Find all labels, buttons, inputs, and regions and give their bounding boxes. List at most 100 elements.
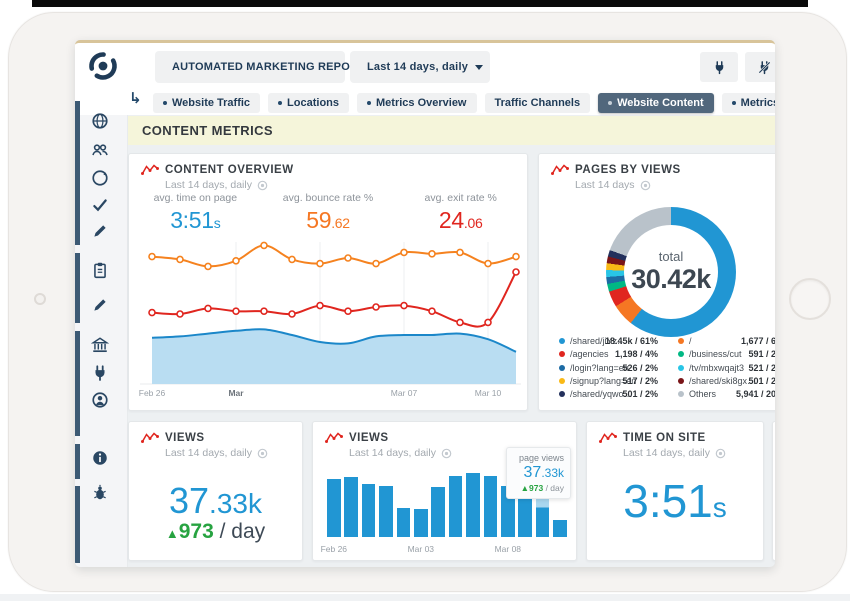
widget-settings-icon[interactable]	[715, 448, 726, 459]
bar[interactable]	[344, 477, 358, 537]
data-point	[149, 254, 155, 260]
tab-label: Locations	[287, 97, 339, 109]
donut-total-value: 30.42k	[631, 264, 711, 295]
metric-value: 24.06	[394, 207, 527, 234]
x-axis-label: Mar 10	[475, 388, 501, 398]
metric-avg-time-on-page: avg. time on page3:51s	[129, 192, 262, 234]
tab-website-traffic[interactable]: Website Traffic	[153, 93, 260, 113]
tab-dot-icon	[608, 101, 612, 105]
bar[interactable]	[327, 479, 341, 537]
legend-label: /business/cut	[689, 349, 742, 359]
tab-metrics-breakdowns[interactable]: Metrics Breakdowns	[722, 93, 775, 113]
sidebar-icon-bug[interactable]	[91, 484, 109, 502]
bug-icon	[91, 484, 109, 502]
plug-icon	[712, 60, 727, 75]
bar[interactable]	[484, 476, 498, 537]
sidebar-icon-bank[interactable]	[91, 336, 109, 354]
bar[interactable]	[379, 486, 393, 537]
tooltip-delta: ▲973 / day	[507, 483, 564, 493]
date-range-selector[interactable]: Last 14 days, daily	[350, 51, 490, 83]
sidebar-icon-pen[interactable]	[91, 222, 109, 240]
widget-title: VIEWS	[141, 431, 268, 444]
widget-subtitle: Last 14 days	[575, 179, 681, 191]
legend-label: /shared/ski8gx…	[689, 376, 756, 386]
sidebar-icon-clipboard[interactable]	[91, 261, 109, 279]
widget-title: PAGES BY VIEWS	[551, 163, 681, 176]
bar[interactable]	[449, 476, 463, 537]
views-bar-card: VIEWS Last 14 days, daily Feb 26Mar 03Ma…	[312, 421, 577, 561]
legend-item: /shared/ski8gx…501 / 2	[678, 376, 775, 388]
bar[interactable]	[536, 495, 550, 537]
legend-label: /tv/mbxwqajt3	[689, 363, 744, 373]
sidebar-icon-users[interactable]	[91, 141, 109, 159]
tab-branch-arrow-icon: ↳	[129, 89, 142, 107]
widget-title: TIME ON SITE	[599, 431, 726, 444]
sidebar-icon-user[interactable]	[91, 391, 109, 409]
tab-website-content[interactable]: Website Content	[598, 93, 714, 113]
sidebar-icon-world[interactable]	[91, 169, 109, 187]
report-tabs: Website Traffic Locations Metrics Overview…	[153, 93, 775, 113]
legend-value: 591 / 2	[748, 349, 775, 359]
plug-button[interactable]	[700, 52, 738, 82]
legend-value: 517 / 2%	[622, 376, 658, 386]
data-point	[457, 319, 463, 325]
bar-chart-tooltip: page views 37.33k ▲973 / day	[506, 447, 571, 499]
bar[interactable]	[518, 498, 532, 537]
tablet-home-button[interactable]	[789, 278, 831, 320]
bar[interactable]	[414, 509, 428, 537]
data-point	[429, 251, 435, 257]
bar[interactable]	[466, 473, 480, 537]
x-axis-label: Mar 07	[391, 388, 417, 398]
widget-settings-icon[interactable]	[640, 180, 651, 191]
bar[interactable]	[553, 520, 567, 537]
up-triangle-icon: ▲	[166, 526, 179, 541]
sidebar-section-indicator	[75, 101, 80, 245]
data-point	[177, 311, 183, 317]
data-point	[345, 308, 351, 314]
pen-icon	[91, 222, 109, 240]
world-icon	[91, 169, 109, 187]
data-point	[373, 261, 379, 267]
tab-traffic-channels[interactable]: Traffic Channels	[485, 93, 591, 113]
content-overview-line-chart	[129, 236, 528, 411]
legend-dot-icon	[678, 365, 684, 371]
sidebar-icon-info[interactable]	[91, 449, 109, 467]
report-selector[interactable]: AUTOMATED MARKETING REPORTS	[155, 51, 345, 83]
bar-chart-x-labels: Feb 26Mar 03Mar 08	[313, 544, 576, 556]
clipboard-icon	[91, 261, 109, 279]
donut-total-label: total	[659, 249, 684, 264]
tooltip-value: 37.33k	[507, 464, 564, 482]
widget-subtitle: Last 14 days, daily	[623, 447, 726, 459]
legend-item: /login?lang=en526 / 2%	[559, 363, 658, 375]
tab-label: Metrics Overview	[376, 97, 467, 109]
pages-by-views-card: PAGES BY VIEWS Last 14 days total 30.42k…	[538, 153, 775, 411]
sidebar-icon-pen-2[interactable]	[91, 296, 109, 314]
sidebar-icon-check[interactable]	[91, 196, 109, 214]
sidebar-icon-globe[interactable]	[91, 112, 109, 130]
sidebar-icon-plug[interactable]	[91, 364, 109, 382]
tab-locations[interactable]: Locations	[268, 93, 349, 113]
tablet-camera	[34, 293, 46, 305]
data-point	[401, 303, 407, 309]
tab-metrics-overview[interactable]: Metrics Overview	[357, 93, 477, 113]
date-range-label: Last 14 days, daily	[367, 61, 468, 73]
data-point	[373, 304, 379, 310]
legend-dot-icon	[559, 378, 565, 384]
bar[interactable]	[431, 487, 445, 537]
tab-dot-icon	[163, 101, 167, 105]
widget-settings-icon[interactable]	[257, 448, 268, 459]
line-chart-x-labels: Feb 26MarMar 07Mar 10	[129, 388, 527, 400]
data-point	[485, 261, 491, 267]
bar[interactable]	[362, 484, 376, 537]
tab-dot-icon	[278, 101, 282, 105]
legend-value: 501 / 2%	[622, 389, 658, 399]
legend-label: Others	[689, 389, 716, 399]
legend-dot-icon	[678, 378, 684, 384]
plug-off-button[interactable]	[745, 52, 775, 82]
widget-settings-icon[interactable]	[441, 448, 452, 459]
bar[interactable]	[397, 508, 411, 537]
user-icon	[91, 391, 109, 409]
sidebar-section-indicator	[75, 331, 80, 436]
widget-settings-icon[interactable]	[257, 180, 268, 191]
tab-label: Metrics Breakdowns	[741, 97, 775, 109]
